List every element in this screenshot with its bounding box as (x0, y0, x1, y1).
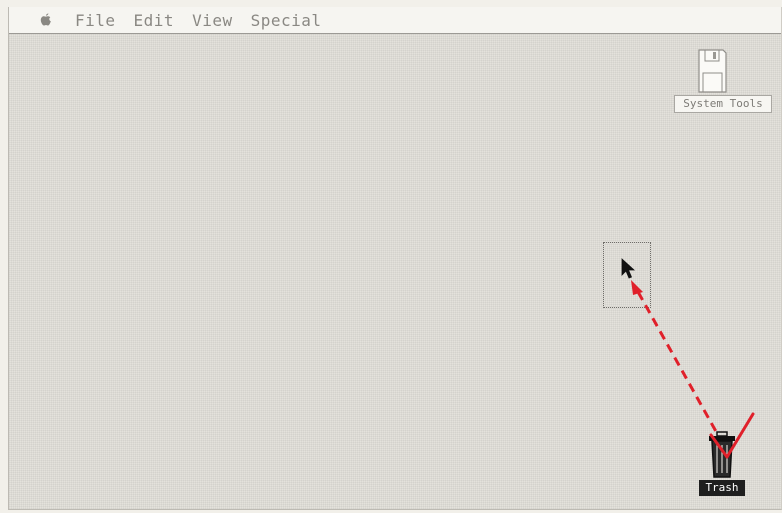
menu-bar: File Edit View Special (9, 7, 781, 34)
floppy-disk-icon[interactable] (697, 47, 727, 95)
trash-can-icon[interactable] (703, 429, 743, 481)
arrow-cursor-icon (621, 258, 637, 282)
checkmark-icon (709, 412, 755, 459)
menu-special[interactable]: Special (251, 11, 322, 30)
menu-view[interactable]: View (192, 11, 233, 30)
trash-label[interactable]: Trash (699, 480, 745, 496)
desktop[interactable]: File Edit View Special System Tools Tras… (8, 7, 782, 510)
menu-edit[interactable]: Edit (134, 11, 175, 30)
apple-icon[interactable] (39, 12, 53, 28)
menu-file[interactable]: File (75, 11, 116, 30)
drag-path-arrow (631, 280, 725, 445)
disk-label[interactable]: System Tools (674, 95, 772, 113)
